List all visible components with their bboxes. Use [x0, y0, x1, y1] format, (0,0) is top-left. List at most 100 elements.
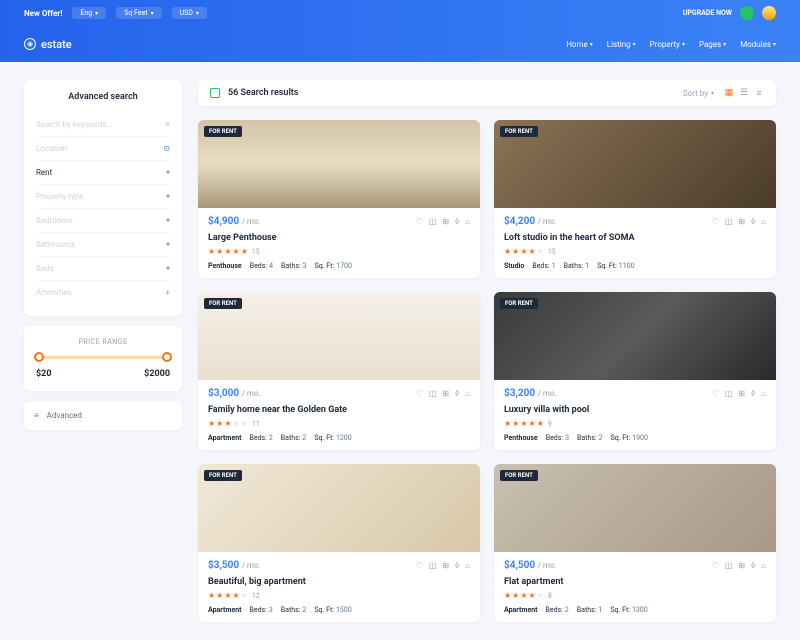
bookmark-icon[interactable]: ◫ [429, 389, 437, 398]
share-icon[interactable]: ⌂ [465, 561, 470, 570]
price-row: $4,900 / mo. ♡ ◫ ⊞ ◊ ⌂ [208, 216, 470, 227]
compare-icon[interactable]: ⊞ [738, 217, 745, 226]
filter-icon: ≡ [34, 411, 39, 420]
listing-card[interactable]: FOR RENT $3,200 / mo. ♡ ◫ ⊞ ◊ ⌂ Luxury v… [494, 292, 776, 450]
star-icon: ★ [529, 591, 536, 600]
bathrooms-field[interactable]: Bathrooms▾ [36, 233, 170, 257]
compare-icon[interactable]: ⊞ [738, 389, 745, 398]
price-label: PRICE RANGE [36, 338, 170, 346]
bookmark-icon[interactable]: ◫ [725, 389, 733, 398]
amenities-field[interactable]: Amenities+ [36, 281, 170, 304]
listings-grid: FOR RENT $4,900 / mo. ♡ ◫ ⊞ ◊ ⌂ Large Pe… [198, 120, 776, 622]
share-icon[interactable]: ⌂ [761, 217, 766, 226]
listing-price: $4,900 / mo. [208, 216, 261, 227]
location-icon[interactable]: ◊ [751, 561, 755, 570]
listing-card[interactable]: FOR RENT $3,500 / mo. ♡ ◫ ⊞ ◊ ⌂ Beautifu… [198, 464, 480, 622]
favorite-icon[interactable]: ♡ [712, 561, 719, 570]
baths-value: 2 [302, 434, 306, 442]
chevron-down-icon: ▾ [682, 41, 685, 48]
star-icon: ★ [529, 419, 536, 428]
compare-icon[interactable]: ⊞ [442, 389, 449, 398]
favorite-icon[interactable]: ♡ [416, 217, 423, 226]
bookmark-icon[interactable]: ◫ [429, 561, 437, 570]
rent-field[interactable]: Rent▾ [36, 161, 170, 185]
bedrooms-field[interactable]: Bedrooms▾ [36, 209, 170, 233]
location-icon[interactable]: ◊ [455, 217, 459, 226]
nav-links: Home▾ Listing▾ Property▾ Pages▾ Modules▾ [566, 40, 776, 49]
favorite-icon[interactable]: ♡ [712, 217, 719, 226]
review-count: 8 [548, 592, 552, 600]
upgrade-link[interactable]: UPGRADE NOW [683, 9, 732, 17]
chevron-down-icon: ▾ [773, 41, 776, 48]
plus-icon: + [165, 288, 170, 297]
star-icon: ★ [520, 247, 527, 256]
nav-modules[interactable]: Modules▾ [740, 40, 776, 49]
location-field[interactable]: Location⊙ [36, 137, 170, 161]
sqft-value: 1900 [632, 434, 648, 442]
compare-icon[interactable]: ⊞ [738, 561, 745, 570]
card-actions: ♡ ◫ ⊞ ◊ ⌂ [416, 561, 470, 570]
location-icon[interactable]: ◊ [455, 561, 459, 570]
location-icon[interactable]: ◊ [455, 389, 459, 398]
list-view-icon[interactable]: ☰ [739, 88, 749, 98]
property-type-field[interactable]: Property type▾ [36, 185, 170, 209]
beds-value: 4 [269, 262, 273, 270]
favorite-icon[interactable]: ♡ [416, 561, 423, 570]
results-count: 56 Search results [228, 88, 298, 98]
navbar: ◉ estate Home▾ Listing▾ Property▾ Pages▾… [0, 26, 800, 62]
listing-title: Loft studio in the heart of SOMA [504, 233, 766, 243]
topbar: New Offer! Eng▾ Sq Feet▾ USD▾ UPGRADE NO… [0, 0, 800, 26]
keywords-field[interactable]: Search by keywords...⌕ [36, 112, 170, 137]
compare-icon[interactable]: ⊞ [442, 217, 449, 226]
location-icon[interactable]: ◊ [751, 217, 755, 226]
nav-pages[interactable]: Pages▾ [699, 40, 726, 49]
share-icon[interactable]: ⌂ [761, 389, 766, 398]
card-actions: ♡ ◫ ⊞ ◊ ⌂ [712, 389, 766, 398]
chevron-down-icon: ▾ [95, 10, 98, 17]
compact-view-icon[interactable]: ≡ [754, 88, 764, 98]
listing-card[interactable]: FOR RENT $4,200 / mo. ♡ ◫ ⊞ ◊ ⌂ Loft stu… [494, 120, 776, 278]
grid-view-icon[interactable]: ▦ [724, 88, 734, 98]
listing-meta: Apartment Beds:3 Baths:2 Sq. Ft:1500 [208, 606, 470, 614]
card-actions: ♡ ◫ ⊞ ◊ ⌂ [712, 217, 766, 226]
share-icon[interactable]: ⌂ [465, 389, 470, 398]
nav-listing[interactable]: Listing▾ [607, 40, 636, 49]
notification-icon[interactable] [740, 6, 754, 20]
bookmark-icon[interactable]: ◫ [429, 217, 437, 226]
favorite-icon[interactable]: ♡ [712, 389, 719, 398]
listing-card[interactable]: FOR RENT $4,500 / mo. ♡ ◫ ⊞ ◊ ⌂ Flat apa… [494, 464, 776, 622]
sort-dropdown[interactable]: Sort by▾ [683, 89, 714, 98]
star-icon: ★ [520, 591, 527, 600]
currency-selector[interactable]: USD▾ [172, 7, 207, 19]
share-icon[interactable]: ⌂ [761, 561, 766, 570]
baths-value: 3 [303, 262, 307, 270]
results-header: 56 Search results Sort by▾ ▦ ☰ ≡ [198, 80, 776, 106]
language-selector[interactable]: Eng▾ [72, 7, 106, 19]
bookmark-icon[interactable]: ◫ [725, 217, 733, 226]
advanced-button[interactable]: ≡ Advanced [24, 401, 182, 430]
nav-home[interactable]: Home▾ [566, 40, 593, 49]
share-icon[interactable]: ⌂ [465, 217, 470, 226]
star-icon: ★ [224, 247, 231, 256]
location-icon[interactable]: ◊ [751, 389, 755, 398]
listing-card[interactable]: FOR RENT $4,900 / mo. ♡ ◫ ⊞ ◊ ⌂ Large Pe… [198, 120, 480, 278]
bookmark-icon[interactable]: ◫ [725, 561, 733, 570]
sqft-value: 1300 [632, 606, 648, 614]
star-icon: ★ [537, 591, 544, 600]
user-avatar[interactable] [762, 6, 776, 20]
chevron-down-icon: ▾ [166, 216, 170, 225]
chevron-down-icon: ▾ [711, 90, 714, 97]
slider-handle-max[interactable] [162, 352, 172, 362]
review-count: 9 [548, 420, 552, 428]
beds-field[interactable]: Beds▾ [36, 257, 170, 281]
listing-title: Flat apartment [504, 577, 766, 587]
price-slider[interactable] [38, 356, 168, 359]
area-selector[interactable]: Sq Feet▾ [116, 7, 161, 19]
favorite-icon[interactable]: ♡ [416, 389, 423, 398]
compare-icon[interactable]: ⊞ [442, 561, 449, 570]
nav-property[interactable]: Property▾ [650, 40, 685, 49]
slider-handle-min[interactable] [34, 352, 44, 362]
logo[interactable]: ◉ estate [24, 38, 72, 51]
baths-value: 2 [302, 606, 306, 614]
listing-card[interactable]: FOR RENT $3,000 / mo. ♡ ◫ ⊞ ◊ ⌂ Family h… [198, 292, 480, 450]
